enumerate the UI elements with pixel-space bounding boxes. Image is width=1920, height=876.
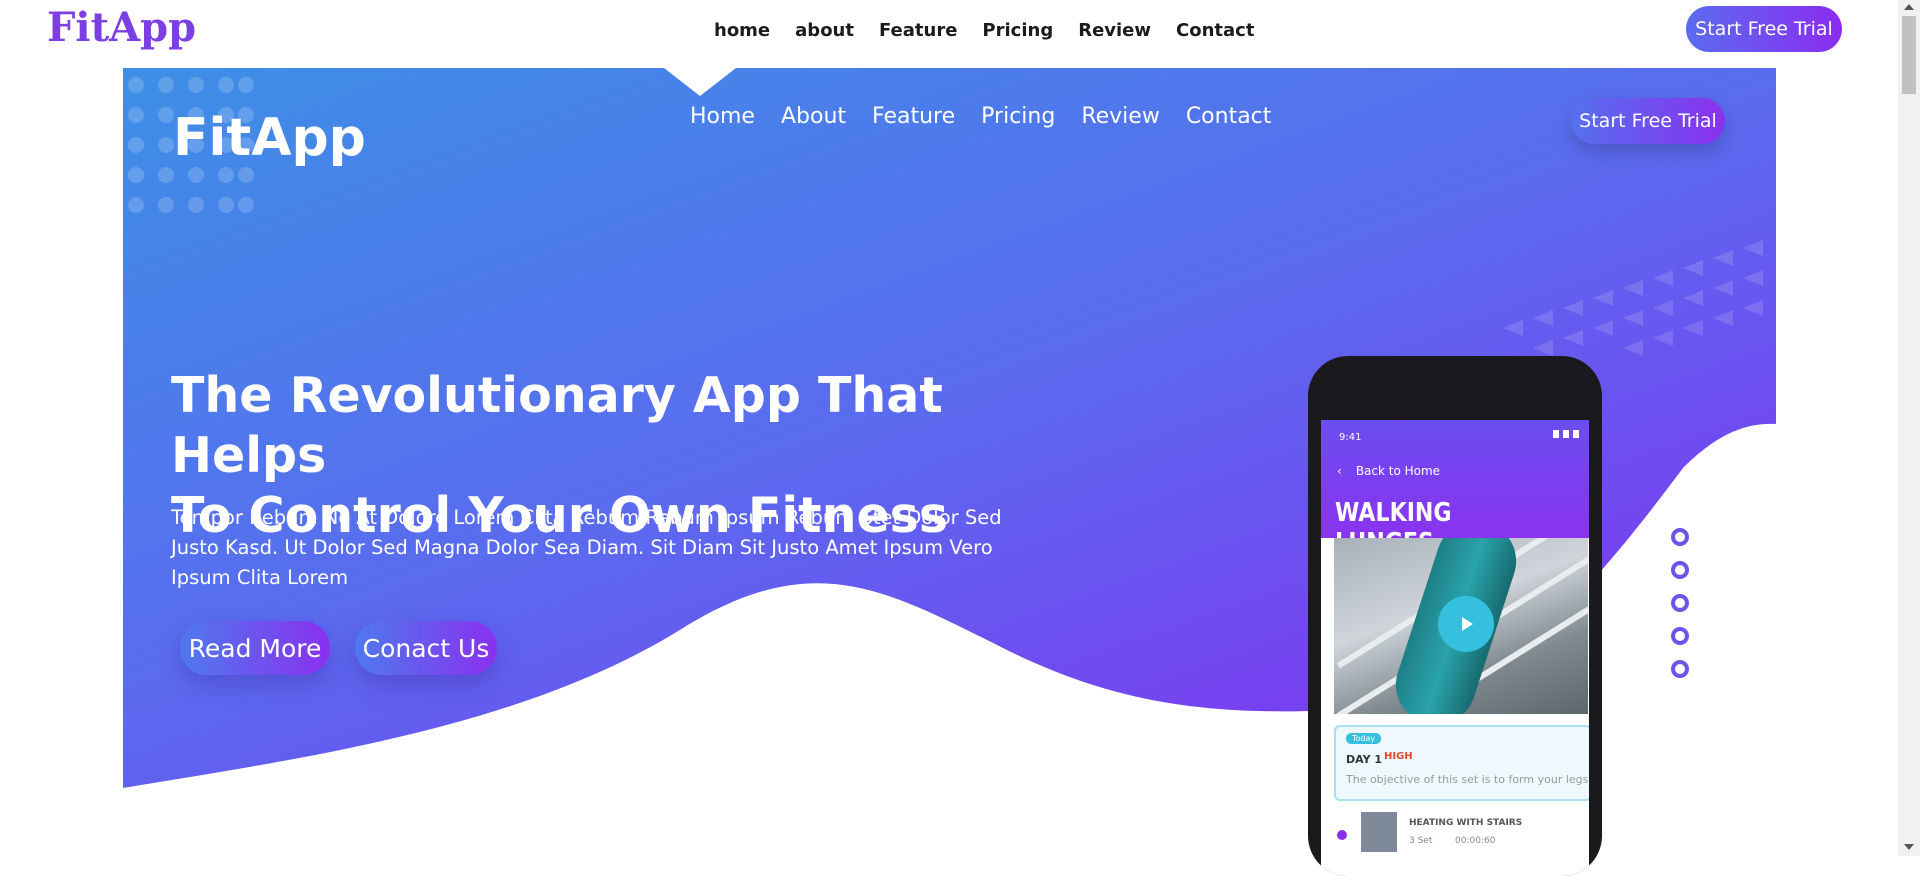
hero-brand[interactable]: FitApp xyxy=(173,108,366,168)
top-nav: home about Feature Pricing Review Contac… xyxy=(714,20,1254,41)
day-label: DAY 1 xyxy=(1346,753,1383,766)
slider-dot-3[interactable] xyxy=(1671,594,1689,612)
back-chevron-icon: ‹ xyxy=(1337,464,1342,478)
hero-nav-pricing[interactable]: Pricing xyxy=(981,104,1055,129)
exercise-list-item[interactable]: HEATING WITH STAIRS 3 Set 00:00:60 xyxy=(1321,806,1589,856)
hero-nav: Home About Feature Pricing Review Contac… xyxy=(690,104,1271,129)
scroll-down-icon[interactable] xyxy=(1904,844,1914,850)
today-badge: Today xyxy=(1346,733,1382,744)
hero-description: Tempor Rebum No At Dolore Lorem Clita Re… xyxy=(171,506,1002,589)
scroll-up-icon[interactable] xyxy=(1904,4,1914,10)
hero-nav-review[interactable]: Review xyxy=(1081,104,1160,129)
exercise-item-title: HEATING WITH STAIRS xyxy=(1409,818,1523,828)
slider-dot-4[interactable] xyxy=(1671,627,1689,645)
read-more-button[interactable]: Read More xyxy=(180,621,330,675)
top-nav-contact[interactable]: Contact xyxy=(1176,20,1254,41)
nav-pointer xyxy=(664,68,736,96)
top-navbar: FitApp home about Feature Pricing Review… xyxy=(0,0,1898,68)
hero-nav-feature[interactable]: Feature xyxy=(872,104,955,129)
top-nav-pricing[interactable]: Pricing xyxy=(982,20,1053,41)
slider-dot-2[interactable] xyxy=(1671,561,1689,579)
hero-start-free-trial-button[interactable]: Start Free Trial xyxy=(1571,98,1725,144)
contact-us-button[interactable]: Conact Us xyxy=(355,621,497,675)
hero-headline-line1: The Revolutionary App That Helps xyxy=(171,367,943,484)
play-icon[interactable] xyxy=(1438,596,1494,652)
scroll-thumb[interactable] xyxy=(1902,16,1916,94)
battery-icon xyxy=(1573,430,1579,438)
top-nav-about[interactable]: about xyxy=(795,20,854,41)
exercise-thumbnail xyxy=(1361,812,1397,852)
hero-nav-contact[interactable]: Contact xyxy=(1186,104,1272,129)
exercise-item-time: 00:00:60 xyxy=(1455,836,1496,846)
hero-nav-about[interactable]: About xyxy=(781,104,846,129)
bullet-icon xyxy=(1337,830,1347,840)
phone-screen: 9:41 ‹Back to Home WALKING LUNGES Today … xyxy=(1321,420,1589,876)
start-free-trial-button[interactable]: Start Free Trial xyxy=(1686,6,1842,52)
brand-logo[interactable]: FitApp xyxy=(47,4,196,51)
objective-text: The objective of this set is to form you… xyxy=(1346,773,1589,786)
intensity-label: HIGH xyxy=(1384,751,1413,762)
phone-mockup: 9:41 ‹Back to Home WALKING LUNGES Today … xyxy=(1308,356,1602,876)
status-time: 9:41 xyxy=(1339,432,1362,443)
back-link[interactable]: ‹ Back to Home xyxy=(1337,464,1440,478)
top-nav-home[interactable]: home xyxy=(714,20,770,41)
day-card: Today DAY 1 HIGH The objective of this s… xyxy=(1334,725,1589,801)
slider-dot-5[interactable] xyxy=(1671,660,1689,678)
wifi-icon xyxy=(1563,430,1569,438)
status-icons xyxy=(1553,430,1579,438)
exercise-video[interactable] xyxy=(1334,538,1588,714)
top-nav-review[interactable]: Review xyxy=(1078,20,1151,41)
screen-header: 9:41 ‹Back to Home WALKING LUNGES xyxy=(1321,420,1589,558)
top-nav-feature[interactable]: Feature xyxy=(879,20,957,41)
hero-nav-home[interactable]: Home xyxy=(690,104,755,129)
slider-dots xyxy=(1671,528,1689,678)
signal-icon xyxy=(1553,430,1559,438)
back-label: Back to Home xyxy=(1355,464,1441,478)
slider-dot-1[interactable] xyxy=(1671,528,1689,546)
page-scrollbar[interactable] xyxy=(1898,0,1920,856)
exercise-item-sets: 3 Set xyxy=(1409,836,1433,846)
